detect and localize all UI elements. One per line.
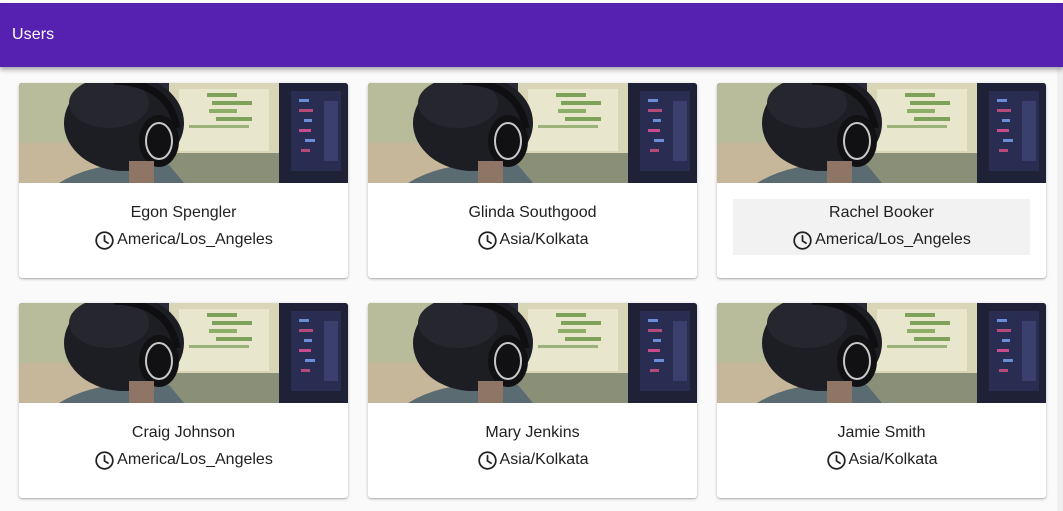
card-content: Mary Jenkins Asia/Kolkata bbox=[368, 403, 697, 498]
timezone-label: America/Los_Angeles bbox=[815, 231, 971, 248]
card-content-box: Craig Johnson America/Los_Angeles bbox=[35, 419, 332, 475]
card-content: Craig Johnson America/Los_Angeles bbox=[19, 403, 348, 498]
user-card[interactable]: Mary Jenkins Asia/Kolkata bbox=[368, 303, 697, 498]
user-card-grid: Egon Spengler America/Los_Angeles Glinda… bbox=[19, 83, 1046, 498]
card-content-box: Egon Spengler America/Los_Angeles bbox=[35, 199, 332, 255]
card-media-image bbox=[368, 303, 697, 403]
timezone-label: Asia/Kolkata bbox=[499, 231, 589, 248]
clock-icon bbox=[826, 450, 847, 471]
card-content: Rachel Booker America/Los_Angeles bbox=[717, 183, 1046, 278]
timezone-label: America/Los_Angeles bbox=[117, 451, 273, 468]
clock-icon bbox=[792, 230, 813, 251]
user-card[interactable]: Glinda Southgood Asia/Kolkata bbox=[368, 83, 697, 278]
timezone-row: Asia/Kolkata bbox=[477, 229, 589, 251]
app-bar: Users bbox=[0, 3, 1063, 67]
timezone-row: America/Los_Angeles bbox=[94, 229, 273, 251]
clock-icon bbox=[94, 230, 115, 251]
card-content-box: Jamie Smith Asia/Kolkata bbox=[733, 419, 1030, 475]
user-card[interactable]: Rachel Booker America/Los_Angeles bbox=[717, 83, 1046, 278]
user-card[interactable]: Craig Johnson America/Los_Angeles bbox=[19, 303, 348, 498]
clock-icon bbox=[477, 230, 498, 251]
timezone-row: Asia/Kolkata bbox=[477, 449, 589, 471]
card-media-image bbox=[368, 83, 697, 183]
card-media-image bbox=[717, 83, 1046, 183]
user-name: Rachel Booker bbox=[829, 204, 934, 221]
timezone-label: Asia/Kolkata bbox=[848, 451, 938, 468]
card-content-box: Mary Jenkins Asia/Kolkata bbox=[384, 419, 681, 475]
card-media-image bbox=[19, 303, 348, 403]
user-card[interactable]: Egon Spengler America/Los_Angeles bbox=[19, 83, 348, 278]
user-name: Egon Spengler bbox=[130, 204, 237, 221]
card-content: Jamie Smith Asia/Kolkata bbox=[717, 403, 1046, 498]
user-name: Craig Johnson bbox=[131, 424, 236, 441]
card-content: Egon Spengler America/Los_Angeles bbox=[19, 183, 348, 278]
clock-icon bbox=[94, 450, 115, 471]
user-name: Mary Jenkins bbox=[485, 424, 580, 441]
card-content-box-focused[interactable]: Rachel Booker America/Los_Angeles bbox=[733, 199, 1030, 255]
page-title: Users bbox=[12, 26, 55, 43]
card-media-image bbox=[717, 303, 1046, 403]
clock-icon bbox=[477, 450, 498, 471]
card-media-image bbox=[19, 83, 348, 183]
user-name: Glinda Southgood bbox=[468, 204, 597, 221]
timezone-row: Asia/Kolkata bbox=[826, 449, 938, 471]
user-card[interactable]: Jamie Smith Asia/Kolkata bbox=[717, 303, 1046, 498]
timezone-label: America/Los_Angeles bbox=[117, 231, 273, 248]
card-content-box: Glinda Southgood Asia/Kolkata bbox=[384, 199, 681, 255]
timezone-label: Asia/Kolkata bbox=[499, 451, 589, 468]
user-name: Jamie Smith bbox=[837, 424, 926, 441]
scrollbar[interactable] bbox=[1057, 67, 1063, 511]
timezone-row: America/Los_Angeles bbox=[94, 449, 273, 471]
timezone-row: America/Los_Angeles bbox=[792, 229, 971, 251]
card-content: Glinda Southgood Asia/Kolkata bbox=[368, 183, 697, 278]
